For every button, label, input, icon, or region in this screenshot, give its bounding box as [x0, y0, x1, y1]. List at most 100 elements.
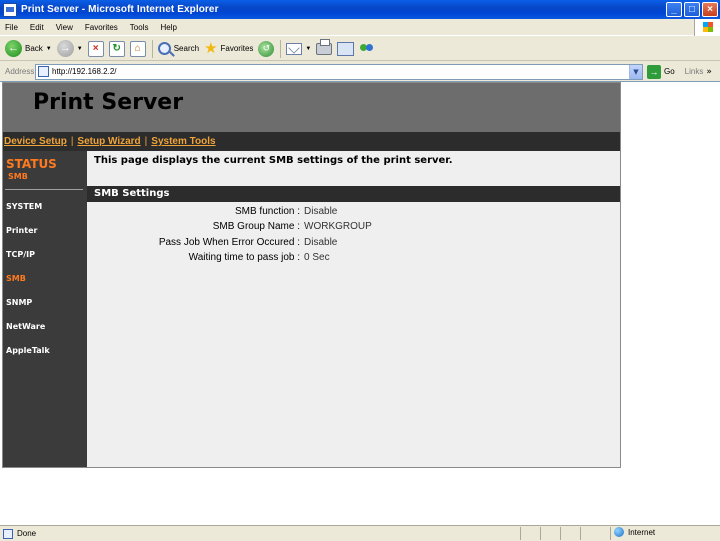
settings-row: SMB function : Disable — [87, 206, 620, 220]
settings-row: Waiting time to pass job : 0 Sec — [87, 252, 620, 266]
sidebar-item-netware[interactable]: NetWare — [6, 322, 45, 331]
address-label: Address — [5, 67, 35, 76]
nav-separator: | — [70, 136, 74, 147]
printer-icon — [316, 38, 333, 55]
links-chevron-icon[interactable]: » — [706, 67, 712, 77]
stop-button[interactable]: × — [87, 40, 104, 57]
setting-value: 0 Sec — [304, 252, 330, 263]
sidebar-divider — [5, 189, 83, 190]
menu-view[interactable]: View — [56, 23, 73, 32]
messenger-icon — [359, 41, 375, 57]
status-text: Done — [17, 529, 37, 538]
sidebar-item-appletalk[interactable]: AppleTalk — [6, 346, 50, 355]
windows-logo-icon — [694, 19, 720, 36]
mail-dropdown-icon[interactable]: ▼ — [305, 46, 311, 52]
settings-row: Pass Job When Error Occured : Disable — [87, 237, 620, 251]
page-banner: Print Server — [3, 83, 620, 132]
security-zone: Internet — [614, 527, 655, 537]
status-panel-divider — [520, 527, 521, 540]
page-icon — [38, 66, 49, 77]
section-title: SMB Settings — [94, 188, 170, 199]
nav-setup-wizard[interactable]: Setup Wizard — [77, 136, 140, 147]
internet-globe-icon — [614, 527, 624, 537]
zone-label: Internet — [628, 527, 656, 537]
edit-icon — [337, 41, 355, 56]
page-done-icon — [3, 528, 13, 539]
forward-dropdown-icon[interactable]: ▼ — [77, 46, 83, 52]
print-server-page: Print Server Device Setup | Setup Wizard… — [2, 82, 621, 468]
nav-system-tools[interactable]: System Tools — [151, 136, 215, 147]
history-button[interactable]: ↺ — [258, 40, 275, 57]
favorites-star-icon: ★ — [204, 40, 218, 57]
address-url[interactable]: http://192.168.2.2/ — [52, 67, 117, 76]
search-icon — [157, 42, 171, 55]
status-panel-divider — [560, 527, 561, 540]
address-dropdown-icon[interactable]: ▼ — [629, 64, 642, 79]
sidebar-item-snmp[interactable]: SNMP — [6, 298, 32, 307]
menu-tools[interactable]: Tools — [130, 23, 149, 32]
toolbar-separator — [280, 39, 282, 58]
history-icon: ↺ — [258, 40, 275, 57]
search-button[interactable]: Search — [157, 42, 200, 55]
status-panel-divider — [610, 527, 611, 540]
window-controls: _ □ × — [666, 2, 718, 17]
sidebar-subtitle: SMB — [8, 172, 28, 181]
refresh-icon: ↻ — [108, 40, 125, 57]
back-dropdown-icon[interactable]: ▼ — [46, 46, 52, 52]
sidebar-item-system[interactable]: SYSTEM — [6, 202, 42, 211]
menu-file[interactable]: File — [5, 23, 18, 32]
status-panel-divider — [580, 527, 581, 540]
menu-edit[interactable]: Edit — [30, 23, 44, 32]
stop-icon: × — [87, 40, 104, 57]
title-bar: Print Server - Microsoft Internet Explor… — [0, 0, 720, 19]
forward-arrow-icon: → — [56, 40, 74, 57]
favorites-label: Favorites — [220, 44, 254, 53]
back-label: Back — [25, 44, 43, 53]
menu-favorites[interactable]: Favorites — [85, 23, 118, 32]
home-button[interactable]: ⌂ — [129, 40, 146, 57]
maximize-button[interactable]: □ — [684, 2, 700, 17]
setting-label: SMB function : — [234, 206, 300, 217]
edit-button[interactable] — [337, 41, 355, 56]
back-arrow-icon: ← — [5, 40, 22, 57]
setting-label: Pass Job When Error Occured : — [158, 237, 300, 248]
setting-label: Waiting time to pass job : — [188, 252, 300, 263]
forward-button[interactable]: → ▼ — [56, 40, 83, 57]
sidebar-item-tcpip[interactable]: TCP/IP — [6, 250, 35, 259]
go-label: Go — [664, 67, 675, 76]
status-panel-divider — [540, 527, 541, 540]
print-button[interactable] — [316, 38, 333, 55]
back-button[interactable]: ← Back ▼ — [5, 40, 52, 57]
refresh-button[interactable]: ↻ — [108, 40, 125, 57]
sidebar-item-smb[interactable]: SMB — [6, 274, 26, 283]
go-button[interactable]: → Go — [647, 64, 675, 79]
setting-label: SMB Group Name : — [212, 221, 300, 232]
close-button[interactable]: × — [702, 2, 718, 17]
status-sidebar: STATUS SMB SYSTEM Printer TCP/IP SMB SNM… — [3, 151, 87, 467]
nav-device-setup[interactable]: Device Setup — [4, 136, 67, 147]
toolbar: ← Back ▼ → ▼ × ↻ ⌂ Search ★ Favorites ↺ … — [0, 37, 720, 61]
top-navigation: Device Setup | Setup Wizard | System Too… — [3, 132, 620, 151]
favorites-button[interactable]: ★ Favorites — [204, 41, 253, 56]
sidebar-item-printer[interactable]: Printer — [6, 226, 37, 235]
mail-icon — [286, 42, 303, 55]
messenger-button[interactable] — [359, 41, 375, 57]
setting-value: Disable — [304, 237, 338, 248]
section-header: SMB Settings — [87, 186, 620, 202]
search-label: Search — [173, 44, 200, 53]
settings-row: SMB Group Name : WORKGROUP — [87, 221, 620, 235]
toolbar-separator — [151, 39, 153, 58]
window-title: Print Server - Microsoft Internet Explor… — [21, 4, 219, 15]
mail-button[interactable]: ▼ — [286, 42, 311, 55]
menu-bar: File Edit View Favorites Tools Help — [0, 19, 720, 36]
menu-help[interactable]: Help — [160, 23, 176, 32]
address-bar: Address http://192.168.2.2/ ▼ → Go Links… — [0, 62, 720, 81]
address-input[interactable]: http://192.168.2.2/ ▼ — [35, 63, 643, 80]
home-icon: ⌂ — [129, 40, 146, 57]
setting-value: Disable — [304, 206, 338, 217]
main-content: This page displays the current SMB setti… — [87, 151, 620, 467]
minimize-button[interactable]: _ — [666, 2, 682, 17]
setting-value: WORKGROUP — [304, 221, 372, 232]
nav-separator: | — [144, 136, 148, 147]
links-button[interactable]: Links — [685, 67, 704, 76]
